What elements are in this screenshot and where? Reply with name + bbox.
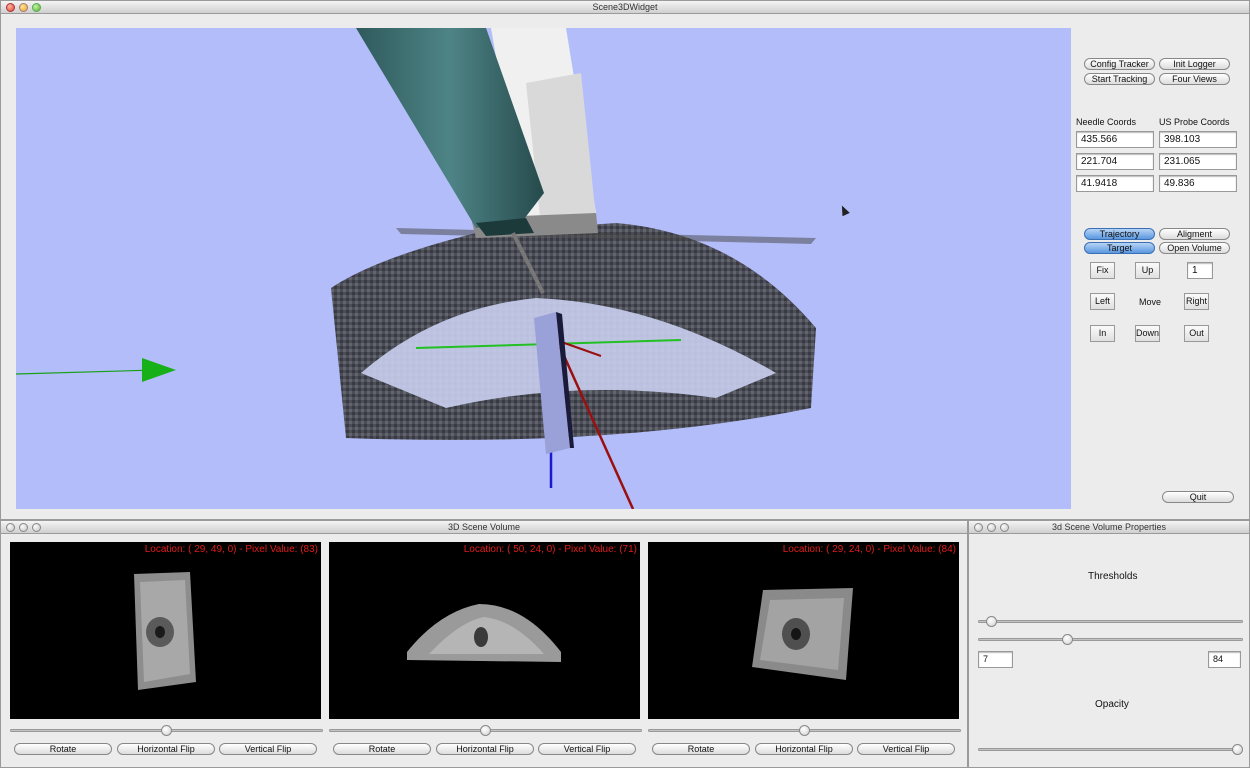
slice-slider-knob-1[interactable]	[161, 725, 172, 736]
right-button[interactable]: Right	[1184, 293, 1209, 310]
close-window-button[interactable]	[6, 3, 15, 12]
needle-coords-label: Needle Coords	[1076, 117, 1137, 127]
minimize-window-button[interactable]	[987, 523, 996, 532]
vertical-flip-button-1[interactable]: Vertical Flip	[219, 743, 317, 755]
horizontal-flip-button-3[interactable]: Horizontal Flip	[755, 743, 853, 755]
slice-slider-knob-3[interactable]	[799, 725, 810, 736]
out-button[interactable]: Out	[1184, 325, 1209, 342]
open-volume-button[interactable]: Open Volume	[1159, 242, 1230, 254]
four-views-button[interactable]: Four Views	[1159, 73, 1230, 85]
close-window-button[interactable]	[6, 523, 15, 532]
start-tracking-button[interactable]: Start Tracking	[1084, 73, 1155, 85]
ultrasound-volume	[331, 223, 816, 440]
close-window-button[interactable]	[974, 523, 983, 532]
slice-location-label: Location: ( 29, 49, 0) - Pixel Value: (8…	[144, 544, 318, 555]
3d-scene-render	[16, 28, 816, 509]
needle-y-field[interactable]: 221.704	[1076, 153, 1154, 170]
opacity-label: Opacity	[1095, 699, 1129, 710]
scene3d-window: Scene3DWidget Config Tracker Init Logger…	[0, 0, 1250, 520]
threshold-low-slider[interactable]	[978, 620, 1243, 623]
step-field[interactable]: 1	[1187, 262, 1213, 279]
vertical-flip-button-3[interactable]: Vertical Flip	[857, 743, 955, 755]
main-titlebar: Scene3DWidget	[1, 1, 1249, 14]
slice-view-2[interactable]: Location: ( 50, 24, 0) - Pixel Value: (7…	[329, 542, 640, 719]
horizontal-flip-button-2[interactable]: Horizontal Flip	[436, 743, 534, 755]
rotate-button-2[interactable]: Rotate	[333, 743, 431, 755]
threshold-low-field[interactable]: 7	[978, 651, 1013, 668]
slice-image-1	[134, 572, 196, 690]
zoom-window-button[interactable]	[32, 523, 41, 532]
volume-properties-window: 3d Scene Volume Properties Thresholds 7 …	[968, 520, 1250, 768]
minimize-window-button[interactable]	[19, 523, 28, 532]
rotate-button-1[interactable]: Rotate	[14, 743, 112, 755]
props-titlebar: 3d Scene Volume Properties	[969, 521, 1249, 534]
slice-image-2	[407, 604, 561, 662]
probe-coords-label: US Probe Coords	[1159, 117, 1230, 127]
init-logger-button[interactable]: Init Logger	[1159, 58, 1230, 70]
slice-image-3	[752, 588, 853, 680]
target-button[interactable]: Target	[1084, 242, 1155, 254]
down-button[interactable]: Down	[1135, 325, 1160, 342]
props-window-title: 3d Scene Volume Properties	[1051, 522, 1167, 532]
volume-titlebar: 3D Scene Volume	[1, 521, 967, 534]
zoom-window-button[interactable]	[32, 3, 41, 12]
needle-z-field[interactable]: 41.9418	[1076, 175, 1154, 192]
horizontal-flip-button-1[interactable]: Horizontal Flip	[117, 743, 215, 755]
alignment-button[interactable]: Aligment	[1159, 228, 1230, 240]
threshold-high-field[interactable]: 84	[1208, 651, 1241, 668]
left-button[interactable]: Left	[1090, 293, 1115, 310]
volume-window-title: 3D Scene Volume	[447, 522, 521, 532]
slice-location-label: Location: ( 50, 24, 0) - Pixel Value: (7…	[463, 544, 637, 555]
opacity-knob[interactable]	[1232, 744, 1243, 755]
slice-view-1[interactable]: Location: ( 29, 49, 0) - Pixel Value: (8…	[10, 542, 321, 719]
slice-location-label: Location: ( 29, 24, 0) - Pixel Value: (8…	[782, 544, 956, 555]
config-tracker-button[interactable]: Config Tracker	[1084, 58, 1155, 70]
window-controls	[6, 3, 41, 12]
slice-view-3[interactable]: Location: ( 29, 24, 0) - Pixel Value: (8…	[648, 542, 959, 719]
probe-z-field[interactable]: 49.836	[1159, 175, 1237, 192]
opacity-slider[interactable]	[978, 748, 1243, 751]
up-button[interactable]: Up	[1135, 262, 1160, 279]
probe-x-field[interactable]: 398.103	[1159, 131, 1237, 148]
minimize-window-button[interactable]	[19, 3, 28, 12]
main-window-title: Scene3DWidget	[592, 2, 658, 12]
zoom-window-button[interactable]	[1000, 523, 1009, 532]
scene-volume-window: 3D Scene Volume Location: ( 29, 49, 0) -…	[0, 520, 968, 768]
threshold-high-knob[interactable]	[1061, 634, 1073, 645]
needle-x-field[interactable]: 435.566	[1076, 131, 1154, 148]
threshold-high-slider[interactable]	[978, 638, 1243, 641]
fix-button[interactable]: Fix	[1090, 262, 1115, 279]
quit-button[interactable]: Quit	[1162, 491, 1234, 503]
threshold-low-knob[interactable]	[985, 616, 997, 627]
trajectory-button[interactable]: Trajectory	[1084, 228, 1155, 240]
window-controls	[974, 523, 1009, 532]
3d-scene-viewport[interactable]	[16, 28, 1071, 509]
in-button[interactable]: In	[1090, 325, 1115, 342]
move-label: Move	[1139, 297, 1162, 307]
slice-slider-knob-2[interactable]	[480, 725, 491, 736]
window-controls	[6, 523, 41, 532]
thresholds-label: Thresholds	[1088, 571, 1138, 582]
probe-y-field[interactable]: 231.065	[1159, 153, 1237, 170]
vertical-flip-button-2[interactable]: Vertical Flip	[538, 743, 636, 755]
rotate-button-3[interactable]: Rotate	[652, 743, 750, 755]
